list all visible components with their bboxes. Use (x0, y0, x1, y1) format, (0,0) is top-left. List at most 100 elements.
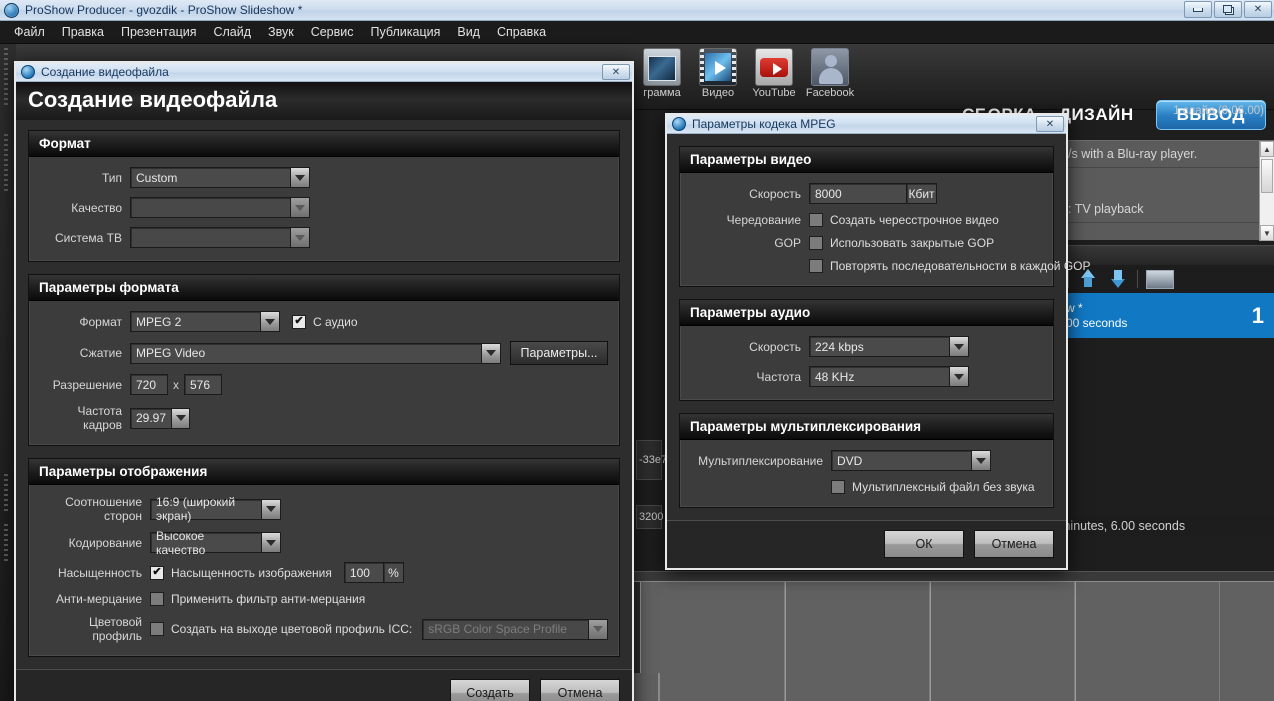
thumbnail-cell (640, 582, 785, 701)
label-gop: GOP (774, 236, 801, 250)
restore-button[interactable] (1214, 1, 1242, 18)
field-row-gop: GOP Использовать закрытые GOP (691, 236, 1042, 250)
interlace-checkbox[interactable] (809, 213, 823, 227)
chevron-down-icon[interactable] (971, 450, 991, 471)
list-scrollbar[interactable]: ▲ ▼ (1259, 141, 1274, 241)
facebook-icon (811, 48, 849, 86)
cancel-button[interactable]: Отмена (974, 530, 1054, 558)
field-row-nosound: Мультиплексный файл без звука (691, 480, 1042, 494)
dialog-close-button[interactable]: ✕ (602, 64, 630, 80)
selected-slide-row[interactable]: w * 00 seconds 1 (1060, 293, 1274, 338)
chevron-down-icon[interactable] (290, 167, 310, 188)
field-row-tvsystem: Система ТВ (40, 227, 608, 248)
saturation-unit: % (383, 562, 404, 583)
menu-item-publication[interactable]: Публикация (363, 22, 449, 42)
menu-item-view[interactable]: Вид (449, 22, 488, 42)
menu-item-file[interactable]: Файл (6, 22, 53, 42)
mux-combobox[interactable]: DVD (831, 450, 991, 471)
antiflicker-checkbox[interactable] (150, 592, 164, 606)
with-audio-checkbox[interactable]: ✔ (292, 314, 306, 329)
tab-dizayn[interactable]: ДИЗАЙН (1059, 105, 1134, 125)
mux-nosound-checkbox-label: Мультиплексный файл без звука (852, 480, 1035, 494)
minimize-button[interactable] (1184, 1, 1212, 18)
tool-button-facebook[interactable]: Facebook (802, 46, 858, 99)
cancel-button[interactable]: Отмена (540, 679, 620, 701)
type-combobox[interactable]: Custom (130, 167, 310, 188)
colorprofile-checkbox[interactable] (150, 622, 164, 636)
codec-params-button[interactable]: Параметры... (510, 341, 608, 365)
dialog-app-icon (21, 65, 35, 79)
saturation-value-input[interactable]: 100 (343, 562, 384, 583)
list-view-icon[interactable] (1146, 269, 1174, 289)
label-framerate: Частота кадров (77, 404, 122, 432)
colorprofile-value: sRGB Color Space Profile (422, 618, 588, 640)
saturation-checkbox[interactable]: ✔ (150, 565, 164, 580)
audio-bitrate-combobox[interactable]: 224 kbps (809, 336, 969, 357)
encoding-value: Высокое качество (150, 529, 261, 557)
group-audio-params-header: Параметры аудио (680, 300, 1053, 326)
dialog-body: Формат Тип Custom Качество Система ТВ Па… (16, 120, 632, 657)
video-bitrate-input[interactable]: 8000 (809, 183, 907, 204)
aspect-combobox[interactable]: 16:9 (широкий экран) (150, 495, 281, 523)
thumbnail-cell (785, 582, 930, 701)
list-item[interactable]: : TV playback (1060, 196, 1274, 223)
label-video-bitrate: Скорость (749, 186, 801, 201)
tool-label: грамма (643, 87, 681, 99)
menu-item-slide[interactable]: Слайд (205, 22, 259, 42)
slide-row-number: 1 (1251, 302, 1264, 328)
type-value: Custom (130, 167, 290, 188)
label-compression: Сжатие (79, 346, 122, 360)
menu-item-help[interactable]: Справка (489, 22, 554, 42)
chevron-down-icon[interactable] (481, 342, 501, 364)
move-down-icon[interactable] (1107, 269, 1129, 289)
field-row-audio-frequency: Частота 48 KHz (691, 366, 1042, 387)
compression-combobox[interactable]: MPEG Video (130, 342, 501, 364)
close-button[interactable]: ✕ (1244, 1, 1272, 18)
create-button[interactable]: Создать (450, 679, 530, 701)
field-row-type: Тип Custom (40, 167, 608, 188)
encoding-combobox[interactable]: Высокое качество (150, 529, 281, 557)
group-video-params: Параметры видео Скорость 8000 Кбит Черед… (679, 146, 1091, 287)
format-combobox[interactable]: MPEG 2 (130, 311, 280, 332)
tool-button-program[interactable]: грамма (634, 46, 690, 99)
scroll-thumb[interactable] (1261, 159, 1273, 193)
mux-nosound-checkbox[interactable] (831, 480, 845, 494)
menu-item-presentation[interactable]: Презентация (113, 22, 205, 42)
chevron-down-icon[interactable] (949, 366, 969, 387)
resolution-width-input[interactable]: 720 (130, 374, 168, 395)
tool-button-youtube[interactable]: YouTube (746, 46, 802, 99)
repeat-sequence-checkbox[interactable] (809, 259, 823, 273)
field-row-encoding: Кодирование Высокое качество (40, 529, 608, 557)
menu-item-service[interactable]: Сервис (303, 22, 362, 42)
scroll-down-icon[interactable]: ▼ (1260, 225, 1274, 241)
label-type: Тип (101, 170, 122, 185)
scroll-up-icon[interactable]: ▲ (1260, 141, 1274, 157)
label-audio-bitrate: Скорость (749, 339, 801, 354)
chevron-down-icon[interactable] (171, 407, 190, 429)
label-interlace: Чередование (726, 213, 801, 227)
chevron-down-icon[interactable] (261, 532, 281, 553)
create-video-file-dialog: Создание видеофайла ✕ Создание видеофайл… (14, 61, 634, 701)
chevron-down-icon (290, 197, 310, 218)
dialog-close-button[interactable]: ✕ (1036, 116, 1064, 132)
menu-item-edit[interactable]: Правка (54, 22, 112, 42)
framerate-combobox[interactable]: 29.97 (130, 407, 190, 429)
chevron-down-icon[interactable] (260, 311, 280, 332)
closed-gop-checkbox[interactable] (809, 236, 823, 250)
label-resolution: Разрешение (52, 377, 122, 392)
colorprofile-combobox: sRGB Color Space Profile (422, 618, 608, 640)
list-item[interactable]: /s with a Blu-ray player. (1060, 141, 1274, 168)
chevron-down-icon[interactable] (949, 336, 969, 357)
tool-button-video[interactable]: Видео (690, 46, 746, 99)
field-row-compression: Сжатие MPEG Video Параметры... (40, 341, 608, 365)
slide-row-duration: 00 seconds (1066, 315, 1128, 330)
menu-item-sound[interactable]: Звук (260, 22, 302, 42)
format-value: MPEG 2 (130, 311, 260, 332)
label-tvsystem: Система ТВ (55, 230, 122, 245)
ok-button[interactable]: ОК (884, 530, 964, 558)
chevron-down-icon[interactable] (261, 498, 281, 520)
background-total-duration: minutes, 6.00 seconds (1060, 515, 1274, 537)
field-row-framerate: Частота кадров 29.97 (40, 404, 608, 432)
audio-frequency-combobox[interactable]: 48 KHz (809, 366, 969, 387)
resolution-height-input[interactable]: 576 (184, 374, 222, 395)
